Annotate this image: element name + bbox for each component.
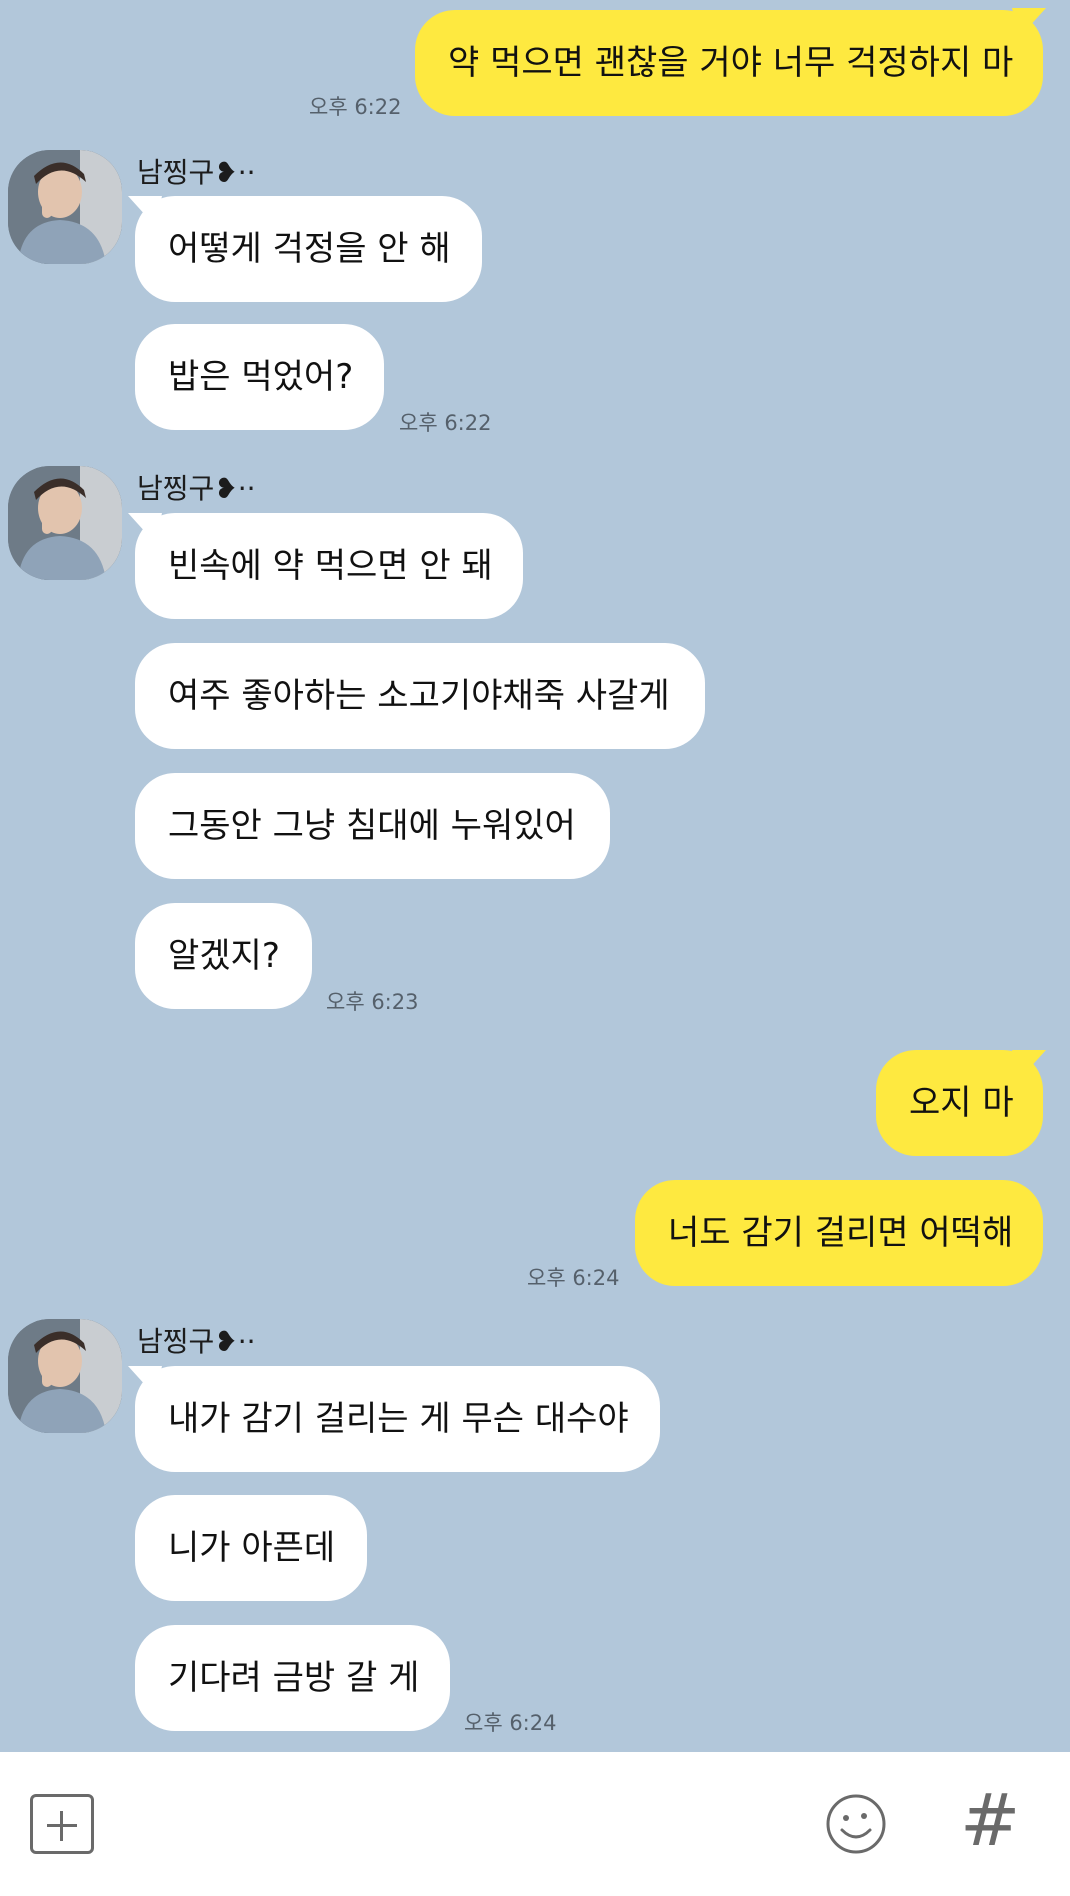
contact-avatar[interactable] — [8, 466, 122, 580]
message-time: 오후 6:24 — [527, 1266, 620, 1290]
avatar-photo — [8, 1319, 122, 1433]
smiley-icon[interactable] — [824, 1792, 888, 1856]
sender-name: 남찡구❥·· — [137, 472, 256, 505]
their-message-bubble[interactable]: 밥은 먹었어? — [135, 324, 384, 430]
their-message-bubble[interactable]: 그동안 그냥 침대에 누워있어 — [135, 773, 610, 879]
contact-avatar[interactable] — [8, 150, 122, 264]
sender-name: 남찡구❥·· — [137, 156, 256, 189]
their-message-bubble[interactable]: 기다려 금방 갈 게 — [135, 1625, 450, 1731]
message-time: 오후 6:24 — [464, 1711, 557, 1735]
my-message-bubble[interactable]: 오지 마 — [876, 1050, 1043, 1156]
their-message-bubble[interactable]: 어떻게 걱정을 안 해 — [135, 196, 482, 302]
message-time: 오후 6:22 — [399, 411, 492, 435]
contact-avatar[interactable] — [8, 1319, 122, 1433]
their-message-bubble[interactable]: 알겠지? — [135, 903, 312, 1009]
their-message-bubble[interactable]: 빈속에 약 먹으면 안 돼 — [135, 513, 523, 619]
message-time: 오후 6:23 — [326, 990, 419, 1014]
message-time: 오후 6:22 — [309, 95, 402, 119]
their-message-bubble[interactable]: 니가 아픈데 — [135, 1495, 367, 1601]
input-bar: # — [0, 1752, 1070, 1896]
their-message-bubble[interactable]: 내가 감기 걸리는 게 무슨 대수야 — [135, 1366, 660, 1472]
avatar-photo — [8, 466, 122, 580]
their-message-bubble[interactable]: 여주 좋아하는 소고기야채죽 사갈게 — [135, 643, 705, 749]
plus-square-icon[interactable] — [30, 1794, 94, 1854]
chat-area[interactable]: 약 먹으면 괜찮을 거야 너무 걱정하지 마 오후 6:22 남찡구❥·· 어떻… — [0, 0, 1070, 1752]
hashtag-search-button[interactable]: # — [960, 1780, 1020, 1860]
avatar-photo — [8, 150, 122, 264]
sender-name: 남찡구❥·· — [137, 1325, 256, 1358]
my-message-bubble[interactable]: 너도 감기 걸리면 어떡해 — [635, 1180, 1043, 1286]
my-message-bubble[interactable]: 약 먹으면 괜찮을 거야 너무 걱정하지 마 — [415, 10, 1043, 116]
